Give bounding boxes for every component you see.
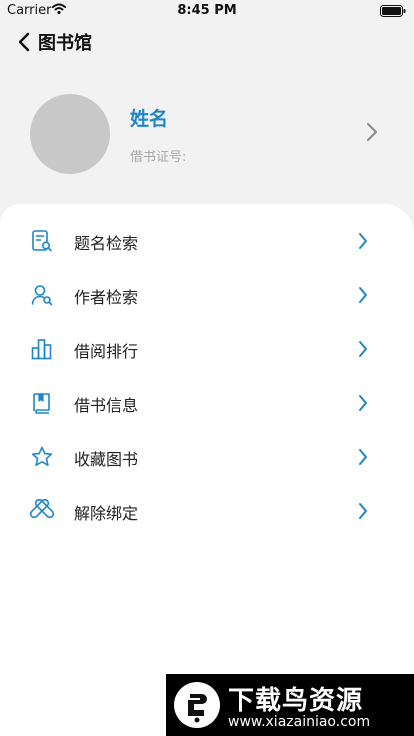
menu-item-favorite-books[interactable]: 收藏图书 [0, 430, 414, 484]
menu-item-label: 作者检索 [74, 288, 139, 307]
menu-item-unbind[interactable]: 解除绑定 [0, 484, 414, 538]
watermark-banner: 下载鸟资源 www.xiazainiao.com [166, 674, 414, 736]
library-card-number-label: 借书证号: [130, 150, 187, 165]
menu-item-label: 借书信息 [74, 396, 139, 415]
menu-list: 题名检索 作者检索 借阅排行 借书信息 收藏图书 解除绑定 [0, 204, 414, 538]
menu-item-label: 解除绑定 [74, 504, 139, 523]
back-button[interactable]: 图书馆 [16, 28, 92, 56]
page-title: 图书馆 [38, 33, 92, 54]
title-search-icon [32, 230, 52, 252]
chevron-right-icon [359, 395, 367, 411]
borrow-book-icon [33, 393, 50, 414]
avatar[interactable] [30, 94, 110, 174]
menu-card: 题名检索 作者检索 借阅排行 借书信息 收藏图书 解除绑定 [0, 204, 414, 736]
status-time: 8:45 PM [177, 3, 237, 18]
chevron-right-icon [359, 449, 367, 465]
watermark-url: www.xiazainiao.com [228, 714, 371, 730]
author-search-icon [31, 285, 53, 306]
chevron-right-icon [359, 287, 367, 303]
profile-name: 姓名 [130, 108, 169, 130]
unbind-icon [30, 499, 54, 519]
battery-icon [380, 5, 406, 17]
menu-item-author-search[interactable]: 作者检索 [0, 268, 414, 322]
nav-bar: 图书馆 [0, 22, 414, 62]
chevron-right-icon [359, 503, 367, 519]
menu-item-label: 借阅排行 [74, 342, 139, 361]
chevron-right-icon [367, 123, 377, 141]
star-icon [31, 446, 53, 466]
chevron-right-icon [359, 341, 367, 357]
chevron-right-icon [359, 233, 367, 249]
profile-header[interactable]: 姓名 借书证号: [0, 84, 414, 190]
ranking-chart-icon [31, 339, 52, 360]
menu-item-borrow-info[interactable]: 借书信息 [0, 376, 414, 430]
watermark-logo [174, 682, 220, 728]
watermark-title: 下载鸟资源 [228, 686, 364, 716]
bird-logo-icon [188, 694, 207, 723]
menu-item-borrow-ranking[interactable]: 借阅排行 [0, 322, 414, 376]
menu-item-label: 题名检索 [74, 234, 139, 253]
menu-item-label: 收藏图书 [74, 450, 139, 469]
status-bar: Carrier 8:45 PM [0, 0, 414, 22]
menu-item-title-search[interactable]: 题名检索 [0, 214, 414, 268]
back-chevron-icon [18, 32, 30, 52]
